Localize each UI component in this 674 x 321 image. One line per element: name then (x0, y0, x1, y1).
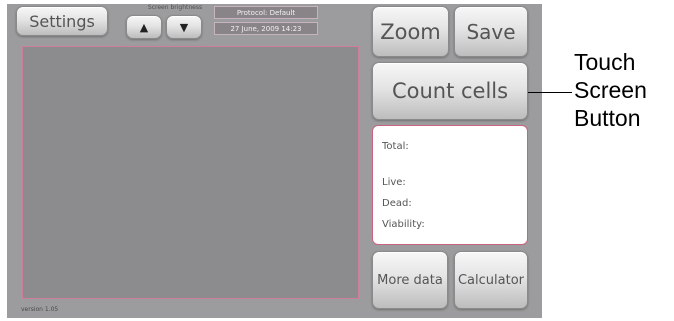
brightness-up-button[interactable]: ▲ (126, 15, 162, 39)
callout-line-3: Button (574, 105, 641, 131)
calculator-button[interactable]: Calculator (454, 251, 528, 309)
save-button[interactable]: Save (454, 6, 528, 57)
dead-label: Dead: (382, 198, 412, 209)
count-cells-button[interactable]: Count cells (372, 62, 528, 120)
brightness-label: Screen brightness (147, 4, 203, 11)
total-label: Total: (382, 141, 409, 152)
more-data-button[interactable]: More data (372, 251, 448, 309)
callout-line-2: Screen (574, 77, 647, 103)
viability-label: Viability: (382, 219, 425, 230)
version-text: version 1.05 (21, 306, 59, 313)
datetime-display: 27 June, 2009 14:23 (214, 22, 318, 35)
settings-button[interactable]: Settings (16, 6, 108, 36)
callout-line-1: Touch (574, 49, 636, 75)
brightness-down-button[interactable]: ▼ (166, 15, 202, 39)
protocol-display: Protocol: Default (214, 6, 318, 19)
callout-line (528, 92, 572, 93)
callout-annotation: Touch Screen Button (574, 48, 674, 132)
live-label: Live: (382, 177, 406, 188)
zoom-button[interactable]: Zoom (372, 6, 449, 57)
image-view (22, 46, 359, 299)
results-panel: Total: Live: Dead: Viability: (372, 125, 528, 245)
